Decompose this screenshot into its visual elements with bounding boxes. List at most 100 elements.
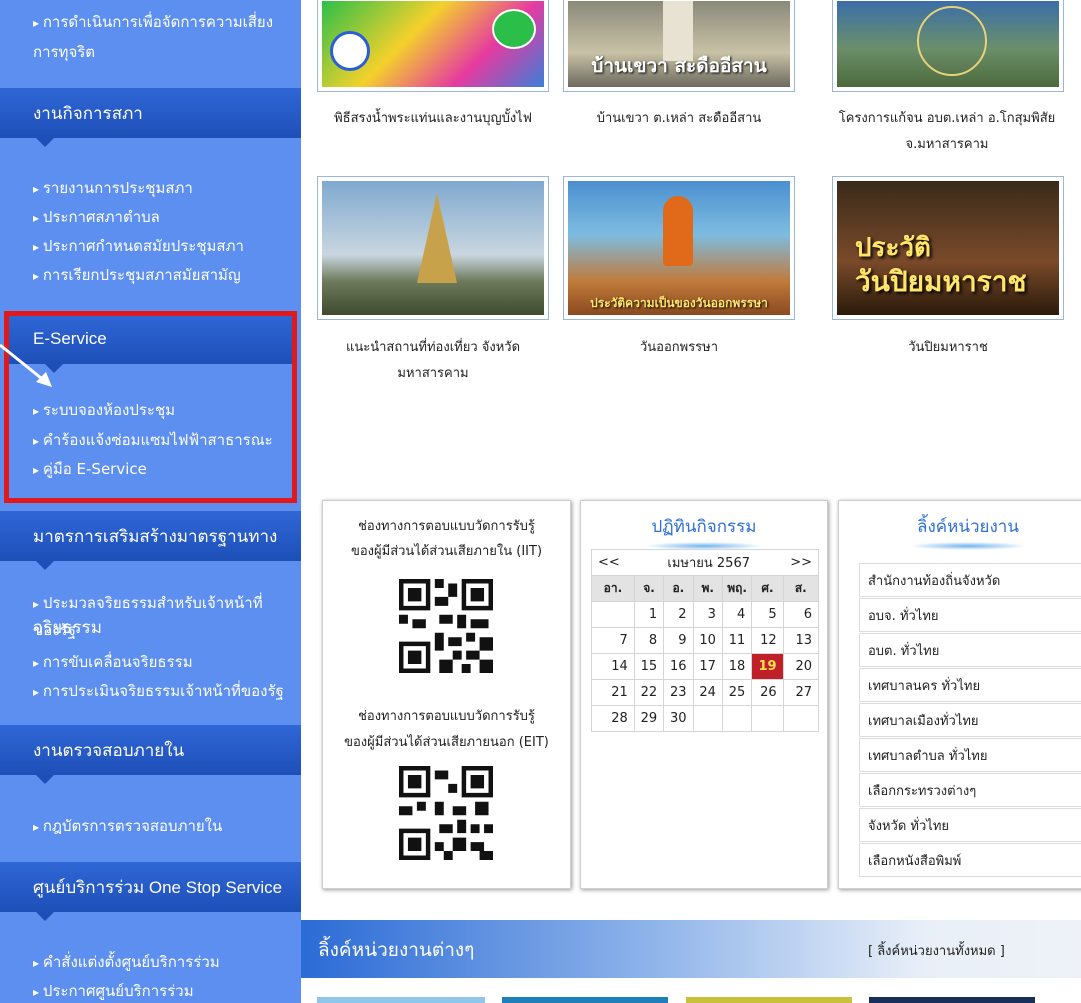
- calendar-empty-cell: [782, 705, 820, 732]
- calendar-next-button[interactable]: >>: [783, 549, 820, 576]
- pagoda-shape: [417, 193, 457, 283]
- section-header-council: งานกิจการสภา: [0, 88, 301, 147]
- image-caption: บ้านเขวา สะดืออีสาน: [591, 55, 767, 77]
- sidebar-item-audit-charter[interactable]: กฎบัตรการตรวจสอบภายใน: [33, 814, 222, 838]
- calendar-day[interactable]: 8: [633, 627, 665, 654]
- calendar-day[interactable]: 20: [782, 653, 820, 680]
- calendar-day[interactable]: 22: [633, 679, 665, 706]
- calendar-day[interactable]: 17: [692, 653, 723, 680]
- iit-qr-code[interactable]: [399, 579, 493, 673]
- sidebar-item-onestop-order[interactable]: คำสั่งแต่งตั้งศูนย์บริการร่วม: [33, 950, 220, 974]
- calendar-day[interactable]: 11: [721, 627, 753, 654]
- sidebar-item-onestop-announce[interactable]: ประกาศศูนย์บริการร่วม: [33, 979, 194, 1003]
- calendar-day[interactable]: 23: [663, 679, 694, 706]
- ork-phansa-image: ประวัติความเป็นของวันออกพรรษา: [568, 181, 790, 315]
- link-item[interactable]: อบต. ทั่วไทย: [859, 633, 1081, 667]
- gallery-caption[interactable]: แนะนำสถานที่ท่องเที่ยว จังหวัด: [305, 336, 561, 360]
- banner-strip[interactable]: [502, 997, 668, 1003]
- calendar-day[interactable]: 15: [633, 653, 665, 680]
- gallery-caption[interactable]: วันออกพรรษา: [563, 336, 795, 360]
- image-caption: ประวัติความเป็นของวันออกพรรษา: [590, 296, 768, 310]
- calendar-day[interactable]: 29: [633, 705, 665, 732]
- calendar-prev-button[interactable]: <<: [591, 549, 635, 576]
- calendar-day[interactable]: 12: [751, 627, 784, 654]
- gallery-thumb-ork-phansa[interactable]: ประวัติความเป็นของวันออกพรรษา: [563, 176, 795, 320]
- gallery-caption[interactable]: วันปิยมหาราช: [832, 336, 1064, 360]
- calendar-week-row: 21 22 23 24 25 26 27: [591, 679, 820, 706]
- gallery-thumb-project[interactable]: [832, 0, 1064, 92]
- link-item[interactable]: สำนักงานท้องถิ่นจังหวัด: [859, 563, 1081, 597]
- calendar-days: 1 2 3 4 5 6 7 8 9 10 11 12 13 14 15 16 17 18 19 20 21 22 23 24 2…: [591, 601, 820, 732]
- calendar-day[interactable]: 7: [591, 627, 635, 654]
- calendar-day[interactable]: 9: [663, 627, 694, 654]
- banner-strip[interactable]: [317, 997, 485, 1003]
- sidebar-item-risk-management[interactable]: การดำเนินการเพื่อจัดการความเสี่ยง: [33, 10, 273, 34]
- gallery-thumb-festival[interactable]: [317, 0, 549, 92]
- calendar-day[interactable]: 4: [721, 601, 753, 628]
- sidebar-item-ethics-code[interactable]: ประมวลจริยธรรมสำหรับเจ้าหน้าที่: [33, 591, 263, 615]
- calendar-day[interactable]: 13: [782, 627, 820, 654]
- gallery-caption-cont[interactable]: จ.มหาสารคาม: [812, 133, 1081, 157]
- all-links-link[interactable]: [ ลิ้งค์หน่วยงานทั้งหมด ]: [868, 940, 1005, 961]
- calendar-week-row: 7 8 9 10 11 12 13: [591, 627, 820, 654]
- calendar-day[interactable]: 26: [751, 679, 784, 706]
- iit-text: ช่องทางการตอบแบบวัดการรับรู้: [358, 519, 535, 534]
- calendar-day[interactable]: 27: [782, 679, 820, 706]
- section-header-ethics: มาตรการเสริมสร้างมาตรฐานทาง: [0, 511, 301, 570]
- calendar-day[interactable]: 21: [591, 679, 635, 706]
- emblem-icon: [917, 6, 987, 76]
- calendar-day[interactable]: 28: [591, 705, 635, 732]
- calendar-day[interactable]: 30: [663, 705, 694, 732]
- sidebar-item-council-schedule[interactable]: ประกาศกำหนดสมัยประชุมสภา: [33, 234, 244, 258]
- calendar-day[interactable]: 24: [692, 679, 723, 706]
- calendar-day[interactable]: 10: [692, 627, 723, 654]
- calendar-day[interactable]: 25: [721, 679, 753, 706]
- link-item[interactable]: เทศบาลตำบล ทั่วไทย: [859, 738, 1081, 772]
- weekday-header: อา.: [591, 575, 635, 602]
- gallery-caption-cont[interactable]: มหาสารคาม: [305, 362, 561, 386]
- link-item[interactable]: เลือกหนังสือพิมพ์: [859, 843, 1081, 877]
- gallery-thumb-piyamaharaj[interactable]: ประวัติ วันปิยมหาราช: [832, 176, 1064, 320]
- calendar-month-label: เมษายน 2567: [634, 549, 784, 576]
- calendar-day[interactable]: 5: [751, 601, 784, 628]
- annotation-arrow-icon: [0, 343, 52, 387]
- gallery-caption[interactable]: โครงการแก้จน อบต.เหล่า อ.โกสุมพิสัย: [812, 107, 1081, 131]
- sidebar-item-label: การดำเนินการเพื่อจัดการความเสี่ยง: [42, 13, 274, 31]
- weekday-header: ส.: [782, 575, 820, 602]
- image-caption: ประวัติ: [855, 233, 931, 263]
- link-item[interactable]: เทศบาลเมืองทั่วไทย: [859, 703, 1081, 737]
- link-item[interactable]: จังหวัด ทั่วไทย: [859, 808, 1081, 842]
- badge-icon: [330, 31, 370, 71]
- calendar-title: ปฏิทินกิจกรรม: [581, 513, 827, 550]
- calendar-day[interactable]: 18: [721, 653, 753, 680]
- gallery-thumb-travel[interactable]: [317, 176, 549, 320]
- sidebar-item-ethics-drive[interactable]: การขับเคลื่อนจริยธรรม: [33, 650, 193, 674]
- sidebar-item-council-report[interactable]: รายงานการประชุมสภา: [33, 176, 193, 200]
- calendar-day[interactable]: 3: [692, 601, 723, 628]
- banner-strip[interactable]: [686, 997, 852, 1003]
- calendar-day[interactable]: 16: [663, 653, 694, 680]
- iit-text-cont: ของผู้มีส่วนได้ส่วนเสียภายใน (IIT): [350, 544, 543, 559]
- calendar-day[interactable]: 19: [751, 653, 784, 680]
- sidebar-item-label-cont[interactable]: การทุจริต: [33, 40, 95, 64]
- gallery-thumb-khwao[interactable]: บ้านเขวา สะดืออีสาน: [563, 0, 795, 92]
- link-item[interactable]: เลือกกระทรวงต่างๆ: [859, 773, 1081, 807]
- link-item[interactable]: อบจ. ทั่วไทย: [859, 598, 1081, 632]
- sidebar-item-council-ordinary[interactable]: การเรียกประชุมสภาสมัยสามัญ: [33, 263, 241, 287]
- weekday-header: พฤ.: [721, 575, 753, 602]
- eit-qr-code[interactable]: [399, 766, 493, 860]
- gallery-caption[interactable]: บ้านเขวา ต.เหล่า สะดืออีสาน: [563, 107, 795, 131]
- links-title: ลิ้งค์หน่วยงาน: [839, 513, 1081, 550]
- calendar-day[interactable]: 6: [782, 601, 820, 628]
- survey-panel: ช่องทางการตอบแบบวัดการรับรู้ ของผู้มีส่ว…: [322, 500, 571, 889]
- calendar-day[interactable]: 14: [591, 653, 635, 680]
- calendar-day[interactable]: 1: [633, 601, 665, 628]
- calendar-table: << เมษายน 2567 >> อา. จ. อ. พ. พฤ. ศ. ส.…: [591, 549, 820, 732]
- calendar-day[interactable]: 2: [663, 601, 694, 628]
- sidebar-item-ethics-eval[interactable]: การประเมินจริยธรรมเจ้าหน้าที่ของรัฐ: [33, 679, 284, 703]
- gallery-caption[interactable]: พิธีสรงน้ำพระแท่นและงานบุญบั้งไฟ: [305, 107, 561, 131]
- sidebar-item-council-announce[interactable]: ประกาศสภาตำบล: [33, 205, 160, 229]
- link-item[interactable]: เทศบาลนคร ทั่วไทย: [859, 668, 1081, 702]
- banner-strip[interactable]: [869, 997, 1035, 1003]
- calendar-empty-cell: [721, 705, 753, 732]
